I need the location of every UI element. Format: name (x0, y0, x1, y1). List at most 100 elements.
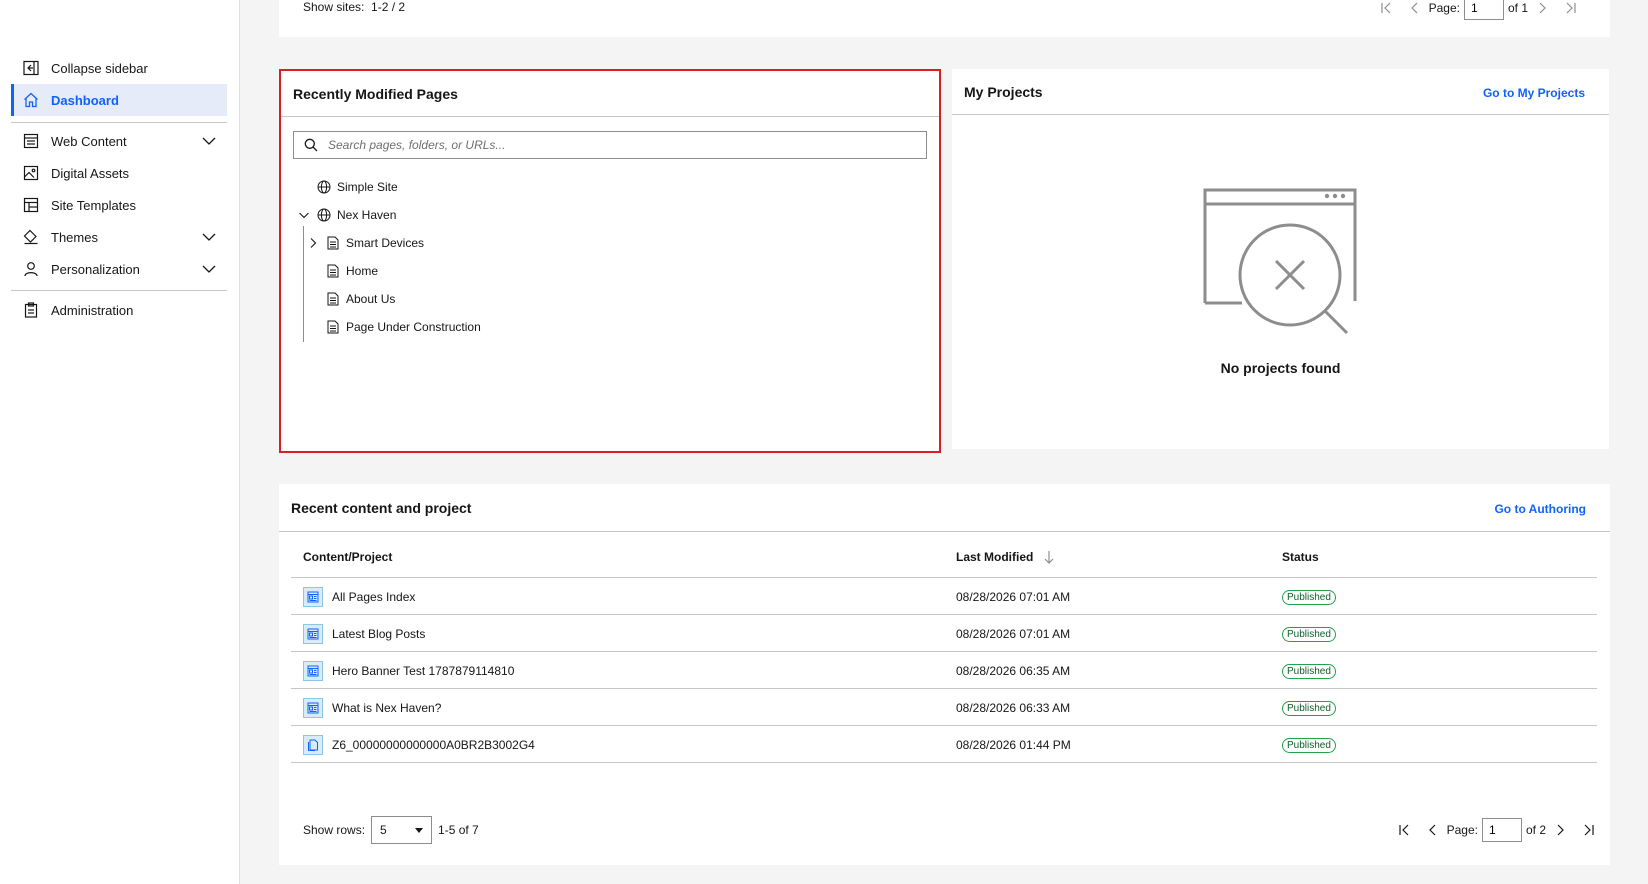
caret-down-icon (415, 827, 424, 833)
page-input[interactable] (1463, 0, 1504, 20)
status-badge: Published (1282, 664, 1336, 679)
sidebar-item-web-content[interactable]: Web Content (11, 125, 227, 157)
content-icon (303, 698, 323, 718)
sidebar-item-administration[interactable]: Administration (11, 294, 227, 326)
page-search[interactable] (293, 131, 927, 159)
page-icon (326, 264, 340, 278)
page-input[interactable] (1481, 818, 1522, 842)
sidebar-item-label: Personalization (51, 261, 140, 277)
page-icon (326, 236, 340, 250)
previous-page-icon[interactable] (1425, 822, 1441, 838)
go-to-authoring-link[interactable]: Go to Authoring (1494, 502, 1586, 516)
image-icon (22, 164, 40, 182)
sites-card: Show sites: 1-2 / 2 Page: of 1 (279, 0, 1610, 37)
divider (281, 116, 939, 117)
last-page-icon[interactable] (1562, 0, 1578, 16)
no-projects-message: No projects found (1220, 360, 1341, 376)
template-icon (22, 196, 40, 214)
search-icon (304, 138, 318, 152)
tree-item-smart-devices[interactable]: Smart Devices (306, 233, 424, 253)
first-page-icon[interactable] (1397, 822, 1413, 838)
no-results-illustration-icon (1203, 188, 1357, 335)
tree-item-label: Nex Haven (337, 208, 397, 222)
content-name-link[interactable]: Z6_00000000000000A0BR2B3002G4 (332, 738, 535, 752)
sort-descending-icon[interactable] (1043, 550, 1055, 564)
rows-range: 1-5 of 7 (438, 823, 479, 837)
tree-item-simple-site[interactable]: Simple Site (317, 177, 398, 197)
column-header-content[interactable]: Content/Project (303, 550, 392, 564)
collapse-sidebar-button[interactable]: Collapse sidebar (11, 52, 227, 84)
chevron-down-icon[interactable] (297, 208, 311, 222)
status-badge: Published (1282, 701, 1336, 716)
tree-item-page-under-construction[interactable]: Page Under Construction (326, 317, 481, 337)
sidebar-item-label: Dashboard (51, 92, 119, 108)
copy-icon (303, 735, 323, 755)
status-badge: Published (1282, 738, 1336, 753)
sidebar-item-digital-assets[interactable]: Digital Assets (11, 157, 227, 189)
tree-item-label: Smart Devices (346, 236, 425, 250)
content-name-link[interactable]: All Pages Index (332, 590, 415, 604)
show-rows-label: Show rows: (303, 823, 366, 837)
sites-pager: Page: of 1 (1373, 0, 1584, 20)
content-name-link[interactable]: Latest Blog Posts (332, 627, 425, 641)
rows-per-page-value: 5 (380, 823, 387, 837)
search-input[interactable] (328, 138, 918, 152)
content-icon (303, 661, 323, 681)
chevron-down-icon[interactable] (201, 261, 217, 277)
tree-item-nex-haven[interactable]: Nex Haven (297, 205, 396, 225)
sidebar-item-dashboard[interactable]: Dashboard (11, 84, 227, 116)
show-sites-label: Show sites: 1-2 / 2 (303, 0, 406, 14)
sidebar-item-themes[interactable]: Themes (11, 221, 227, 253)
sidebar-item-label: Site Templates (51, 197, 137, 213)
sidebar-item-site-templates[interactable]: Site Templates (11, 189, 227, 221)
sidebar-item-label: Collapse sidebar (51, 60, 148, 76)
table-row[interactable]: Latest Blog Posts 08/28/2026 07:01 AM Pu… (291, 615, 1597, 652)
table-row[interactable]: Hero Banner Test 1787879114810 08/28/202… (291, 652, 1597, 689)
column-header-label: Last Modified (956, 550, 1034, 564)
web-content-icon (22, 132, 40, 150)
content-pager: Page: of 2 (1391, 818, 1602, 842)
first-page-icon[interactable] (1379, 0, 1395, 16)
tree-item-label: About Us (346, 292, 396, 306)
content-name-link[interactable]: Hero Banner Test 1787879114810 (332, 664, 514, 678)
divider (279, 531, 1610, 532)
tree-guide-line (303, 226, 304, 342)
tree-item-label: Page Under Construction (346, 320, 481, 334)
table-row[interactable]: Z6_00000000000000A0BR2B3002G4 08/28/2026… (291, 726, 1597, 763)
content-icon (303, 587, 323, 607)
content-name-link[interactable]: What is Nex Haven? (332, 701, 441, 715)
go-to-my-projects-link[interactable]: Go to My Projects (1483, 86, 1585, 100)
page-icon (326, 320, 340, 334)
next-page-icon[interactable] (1534, 0, 1550, 16)
column-header-last-modified[interactable]: Last Modified (956, 550, 1055, 564)
tree-item-label: Simple Site (337, 180, 398, 194)
page-label: Page: (1446, 823, 1478, 837)
recent-content-title: Recent content and project (291, 500, 472, 516)
last-modified-cell: 08/28/2026 06:33 AM (956, 701, 1071, 715)
table-row[interactable]: What is Nex Haven? 08/28/2026 06:33 AM P… (291, 689, 1597, 726)
last-modified-cell: 08/28/2026 01:44 PM (956, 738, 1071, 752)
last-modified-cell: 08/28/2026 07:01 AM (956, 590, 1071, 604)
rows-per-page: Show rows: 5 1-5 of 7 (303, 816, 479, 844)
chevron-down-icon[interactable] (201, 229, 217, 245)
previous-page-icon[interactable] (1407, 0, 1423, 16)
chevron-right-icon[interactable] (306, 236, 320, 250)
next-page-icon[interactable] (1552, 822, 1568, 838)
chevron-down-icon[interactable] (201, 133, 217, 149)
column-header-status[interactable]: Status (1282, 550, 1319, 564)
tree-item-about-us[interactable]: About Us (326, 289, 395, 309)
tree-item-home[interactable]: Home (326, 261, 378, 281)
collapse-sidebar-icon (22, 59, 40, 77)
sidebar-divider (11, 290, 227, 291)
sidebar-item-label: Digital Assets (51, 165, 130, 181)
last-page-icon[interactable] (1580, 822, 1596, 838)
status-badge: Published (1282, 590, 1336, 605)
sidebar-divider (11, 122, 227, 123)
sidebar-item-label: Themes (51, 229, 98, 245)
sidebar-item-personalization[interactable]: Personalization (11, 253, 227, 285)
clipboard-icon (22, 301, 40, 319)
rows-per-page-select[interactable]: 5 (371, 816, 433, 844)
paint-bucket-icon (22, 228, 40, 246)
user-icon (22, 260, 40, 278)
table-row[interactable]: All Pages Index 08/28/2026 07:01 AM Publ… (291, 578, 1597, 615)
